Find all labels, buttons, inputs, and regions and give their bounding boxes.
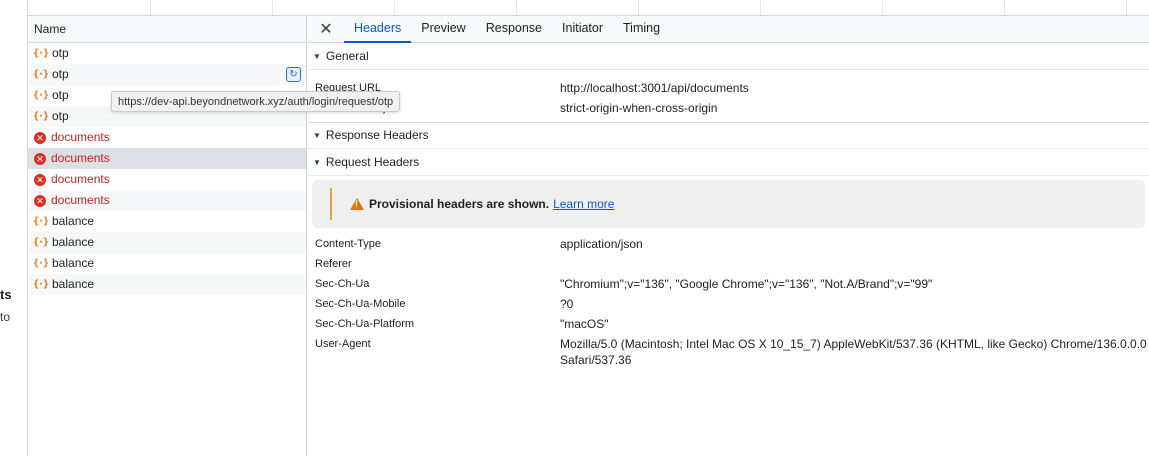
request-row[interactable]: {·} balance (28, 274, 306, 295)
request-name: documents (51, 172, 110, 186)
request-name: balance (52, 235, 95, 249)
header-key: Sec-Ch-Ua-Mobile (315, 298, 406, 310)
request-row[interactable]: {·} balance (28, 211, 306, 232)
request-name: documents (51, 193, 110, 207)
timeline-divider (394, 0, 395, 15)
section-title: Response Headers (325, 128, 429, 142)
header-key: User-Agent (315, 338, 371, 350)
page-text-fragment: to (0, 310, 11, 324)
timeline-divider (150, 0, 151, 15)
triangle-down-icon: ▼ (313, 157, 321, 167)
tab-initiator[interactable]: Initiator (552, 16, 613, 43)
request-row[interactable]: ✕ documents (28, 190, 306, 211)
waterfall-timeline (28, 0, 1149, 16)
header-value: strict-origin-when-cross-origin (560, 101, 718, 115)
timeline-divider (638, 0, 639, 15)
tab-headers[interactable]: Headers (344, 16, 412, 43)
request-name: otp (52, 67, 69, 81)
header-row: Sec-Ch-Ua-Mobile ?0 (308, 294, 1149, 314)
page-text-fragment: ts (0, 287, 12, 302)
request-name: otp (52, 46, 69, 60)
fetch-request-icon: {·} (32, 258, 49, 269)
request-row[interactable]: {·} otp (28, 43, 306, 64)
header-key: Content-Type (315, 238, 382, 250)
header-row: User-Agent Mozilla/5.0 (Macintosh; Intel … (308, 334, 1149, 368)
header-row: Sec-Ch-Ua "Chromium";v="136", "Google Chr… (308, 274, 1149, 294)
page-content-strip: ts to (0, 0, 28, 456)
error-icon: ✕ (34, 131, 46, 144)
request-row[interactable]: ✕ documents (28, 148, 306, 169)
header-row: Referrer Policy strict-origin-when-cross… (308, 98, 1149, 118)
request-name: otp (52, 88, 69, 102)
timeline-divider (760, 0, 761, 15)
section-title: General (325, 48, 369, 63)
error-icon: ✕ (34, 173, 46, 186)
fetch-request-icon: {·} (32, 279, 49, 290)
close-icon[interactable]: ✕ (308, 16, 344, 43)
fetch-request-icon: {·} (32, 237, 49, 248)
header-key: Sec-Ch-Ua (315, 278, 370, 290)
request-name: balance (52, 277, 95, 291)
timeline-divider (882, 0, 883, 15)
triangle-down-icon: ▼ (313, 51, 321, 61)
timeline-divider (516, 0, 517, 15)
header-row: Sec-Ch-Ua-Platform "macOS" (308, 314, 1149, 334)
name-column-header[interactable]: Name (28, 16, 306, 43)
header-row: Request URL http://localhost:3001/api/do… (308, 78, 1149, 98)
header-value: application/json (560, 237, 643, 251)
header-value: ?0 (560, 297, 574, 311)
header-value: "Chromium";v="136", "Google Chrome";v="1… (560, 277, 933, 291)
provisional-headers-notice: Provisional headers are shown. Learn mor… (312, 180, 1145, 228)
request-name: documents (51, 151, 110, 165)
request-row[interactable]: ✕ documents (28, 127, 306, 148)
request-details-pane: ✕ Headers Preview Response Initiator Tim… (308, 16, 1149, 456)
request-headers-list: Content-Type application/json Referer Sec-C… (308, 232, 1149, 368)
warning-icon (350, 198, 364, 210)
request-name: documents (51, 130, 110, 144)
response-headers-section-toggle[interactable]: ▼ Response Headers (308, 122, 1149, 149)
fetch-request-icon: {·} (32, 111, 49, 122)
fetch-request-icon: {·} (32, 69, 49, 80)
fetch-request-icon: {·} (32, 90, 49, 101)
timeline-divider (272, 0, 273, 15)
fetch-request-icon: {·} (32, 48, 49, 59)
header-value: http://localhost:3001/api/documents (560, 81, 749, 95)
header-row: Referer (308, 254, 1149, 274)
general-section-toggle[interactable]: ▼ General (308, 43, 1149, 70)
request-name: balance (52, 256, 95, 270)
replay-request-icon[interactable]: ↻ (286, 67, 301, 82)
notice-accent-bar (330, 188, 332, 220)
request-name: balance (52, 214, 95, 228)
timeline-divider (1126, 0, 1127, 15)
header-value (560, 254, 1149, 274)
tab-timing[interactable]: Timing (613, 16, 670, 43)
header-row: Content-Type application/json (308, 234, 1149, 254)
request-row[interactable]: {·} balance (28, 253, 306, 274)
general-section: Request URL http://localhost:3001/api/do… (308, 70, 1149, 122)
request-row[interactable]: ✕ documents (28, 169, 306, 190)
request-url-tooltip: https://dev-api.beyondnetwork.xyz/auth/l… (111, 91, 401, 112)
request-row[interactable]: {·} balance (28, 232, 306, 253)
details-tab-bar: ✕ Headers Preview Response Initiator Tim… (308, 16, 1149, 43)
fetch-request-icon: {·} (32, 216, 49, 227)
tab-response[interactable]: Response (476, 16, 552, 43)
notice-message: Provisional headers are shown. (369, 197, 550, 211)
header-value: "macOS" (560, 317, 609, 331)
timeline-divider (1004, 0, 1005, 15)
request-list: {·} otp {·} otp ↻ {·} otp {·} otp ✕ documents ✕ docu… (28, 43, 306, 295)
request-name-column: Name {·} otp {·} otp ↻ {·} otp {·} otp ✕ documents… (28, 16, 307, 456)
request-headers-section-toggle[interactable]: ▼ Request Headers (308, 149, 1149, 176)
triangle-down-icon: ▼ (313, 131, 321, 140)
section-title: Request Headers (325, 154, 420, 169)
error-icon: ✕ (34, 194, 46, 207)
request-row[interactable]: {·} otp ↻ (28, 64, 306, 85)
request-name: otp (52, 109, 69, 123)
header-key: Sec-Ch-Ua-Platform (315, 318, 415, 330)
tab-preview[interactable]: Preview (411, 16, 475, 43)
error-icon: ✕ (34, 152, 46, 165)
learn-more-link[interactable]: Learn more (553, 197, 614, 211)
header-value: Mozilla/5.0 (Macintosh; Intel Mac OS X 1… (560, 337, 1147, 367)
header-key: Referer (315, 258, 352, 270)
